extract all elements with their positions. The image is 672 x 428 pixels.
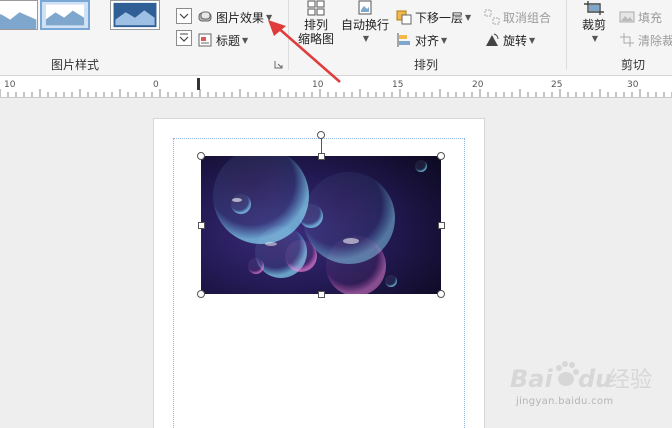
- dropdown-caret-icon: ▼: [591, 34, 599, 43]
- align-button[interactable]: 对齐 ▼: [396, 30, 447, 50]
- ruler-label: 20: [472, 80, 484, 90]
- align-label: 对齐: [415, 33, 440, 48]
- ruler-label: 15: [392, 80, 403, 90]
- wrap-text-label: 自动换行: [340, 18, 389, 32]
- resize-handle-top-right[interactable]: [437, 152, 445, 160]
- resize-handle-bottom-left[interactable]: [197, 290, 205, 298]
- rotate-label: 旋转: [503, 33, 528, 48]
- picture-effects-label: 图片效果: [216, 10, 265, 25]
- annotation-arrow-icon: [268, 20, 341, 83]
- rotate-icon: [484, 32, 500, 48]
- resize-handle-bottom[interactable]: [318, 291, 325, 298]
- group-separator: [566, 0, 567, 70]
- fill-label: 填充: [638, 10, 663, 25]
- resize-handle-bottom-right[interactable]: [437, 290, 445, 298]
- clear-crop-label: 清除裁: [638, 33, 672, 48]
- arrange-thumbnail-icon: [307, 0, 325, 16]
- send-backward-label: 下移一层: [415, 10, 464, 25]
- clear-crop-button[interactable]: 清除裁: [619, 30, 672, 50]
- ruler-label: 25: [551, 80, 562, 90]
- caption-button[interactable]: 标题 ▼: [197, 30, 248, 50]
- fill-button[interactable]: 填充: [619, 7, 662, 27]
- clear-crop-icon: [619, 32, 635, 48]
- ruler-indent-marker[interactable]: [197, 78, 200, 90]
- picture-style-thumbnail[interactable]: [110, 0, 160, 30]
- picture-effects-icon: [197, 9, 213, 25]
- ruler-label: 0: [153, 80, 159, 90]
- selected-picture[interactable]: [201, 156, 441, 294]
- caption-label: 标题: [216, 33, 241, 48]
- crop-icon: [584, 1, 604, 15]
- ungroup-icon: [484, 9, 500, 25]
- caption-icon: [197, 32, 213, 48]
- dropdown-caret-icon: ▼: [441, 35, 448, 45]
- ungroup-label: 取消组合: [503, 10, 552, 25]
- watermark-url: jingyan.baidu.com: [516, 396, 614, 407]
- fill-icon: [619, 9, 635, 25]
- gallery-more-button[interactable]: [176, 30, 192, 46]
- picture-style-thumbnail-selected[interactable]: [40, 0, 90, 30]
- resize-handle-top[interactable]: [318, 153, 325, 160]
- group-label-arrange: 排列: [413, 58, 438, 72]
- resize-handle-left[interactable]: [198, 222, 205, 229]
- ruler-label: 30: [627, 80, 639, 90]
- group-label-picture-styles: 图片样式: [50, 58, 99, 72]
- align-icon: [396, 32, 412, 48]
- resize-handle-top-left[interactable]: [197, 152, 205, 160]
- watermark-cn: 经验: [608, 368, 652, 393]
- send-backward-button[interactable]: 下移一层 ▼: [396, 7, 471, 27]
- picture-style-thumbnail[interactable]: [0, 0, 38, 30]
- crop-button[interactable]: 裁剪 ▼: [574, 0, 614, 46]
- rotate-handle[interactable]: [317, 131, 325, 139]
- group-label-crop: 剪切: [620, 58, 645, 72]
- gallery-scroll-down-button[interactable]: [176, 8, 192, 24]
- watermark-brand: Bai: [510, 365, 553, 393]
- wrap-text-icon: [358, 0, 372, 15]
- rotate-button[interactable]: 旋转 ▼: [484, 30, 535, 50]
- send-backward-icon: [396, 9, 412, 25]
- ruler-label: 10: [4, 80, 16, 90]
- dropdown-caret-icon: ▼: [242, 35, 249, 45]
- dropdown-caret-icon: ▼: [465, 12, 472, 22]
- ungroup-button[interactable]: 取消组合: [484, 7, 551, 27]
- crop-label: 裁剪: [581, 18, 606, 32]
- picture-effects-button[interactable]: 图片效果 ▼: [197, 7, 272, 27]
- resize-handle-right[interactable]: [438, 222, 445, 229]
- paw-icon: [556, 361, 579, 386]
- dropdown-caret-icon: ▼: [362, 34, 370, 43]
- dropdown-caret-icon: ▼: [529, 35, 536, 45]
